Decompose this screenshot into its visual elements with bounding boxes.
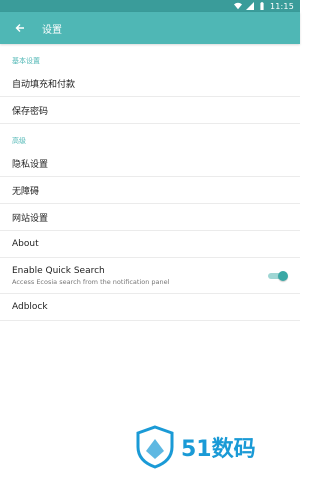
status-bar: 11:15	[0, 0, 300, 12]
adblock-item[interactable]: Adblock	[0, 294, 300, 321]
accessibility-item[interactable]: 无障碍	[0, 177, 300, 204]
battery-icon	[260, 2, 264, 10]
autofill-payments-item[interactable]: 自动填充和付款	[0, 70, 300, 97]
page-title: 设置	[42, 24, 62, 36]
shield-logo-icon	[136, 425, 174, 469]
watermark-text: 51数码	[181, 437, 256, 462]
signal-icon	[245, 2, 254, 10]
quick-search-title: Enable Quick Search	[12, 265, 105, 276]
accessibility-label: 无障碍	[12, 186, 40, 197]
watermark: 51数码	[135, 425, 256, 469]
quick-search-toggle[interactable]	[266, 270, 288, 282]
save-passwords-item[interactable]: 保存密码	[0, 97, 300, 124]
toggle-thumb	[278, 270, 288, 281]
settings-list: 基本设置 自动填充和付款 保存密码 高级 隐私设置 无障碍 网站设置 About…	[0, 44, 300, 321]
site-settings-label: 网站设置	[12, 213, 49, 224]
site-settings-item[interactable]: 网站设置	[0, 204, 300, 231]
section-header-basic: 基本设置	[12, 57, 40, 65]
about-item[interactable]: About	[0, 231, 300, 258]
quick-search-texts: Enable Quick Search Access Ecosia search…	[12, 266, 169, 286]
quick-search-item[interactable]: Enable Quick Search Access Ecosia search…	[0, 258, 300, 294]
back-button[interactable]	[10, 18, 30, 38]
arrow-back-icon	[15, 24, 24, 32]
adblock-label: Adblock	[12, 302, 48, 312]
save-passwords-label: 保存密码	[12, 106, 49, 117]
quick-search-summary: Access Ecosia search from the notificati…	[12, 277, 170, 286]
about-label: About	[12, 239, 39, 249]
privacy-label: 隐私设置	[12, 159, 49, 170]
privacy-item[interactable]: 隐私设置	[0, 150, 300, 177]
wifi-icon	[233, 2, 242, 10]
section-header-advanced: 高级	[12, 137, 26, 145]
app-bar: 设置	[0, 12, 300, 44]
autofill-payments-label: 自动填充和付款	[12, 79, 76, 90]
status-time: 11:15	[269, 1, 294, 11]
